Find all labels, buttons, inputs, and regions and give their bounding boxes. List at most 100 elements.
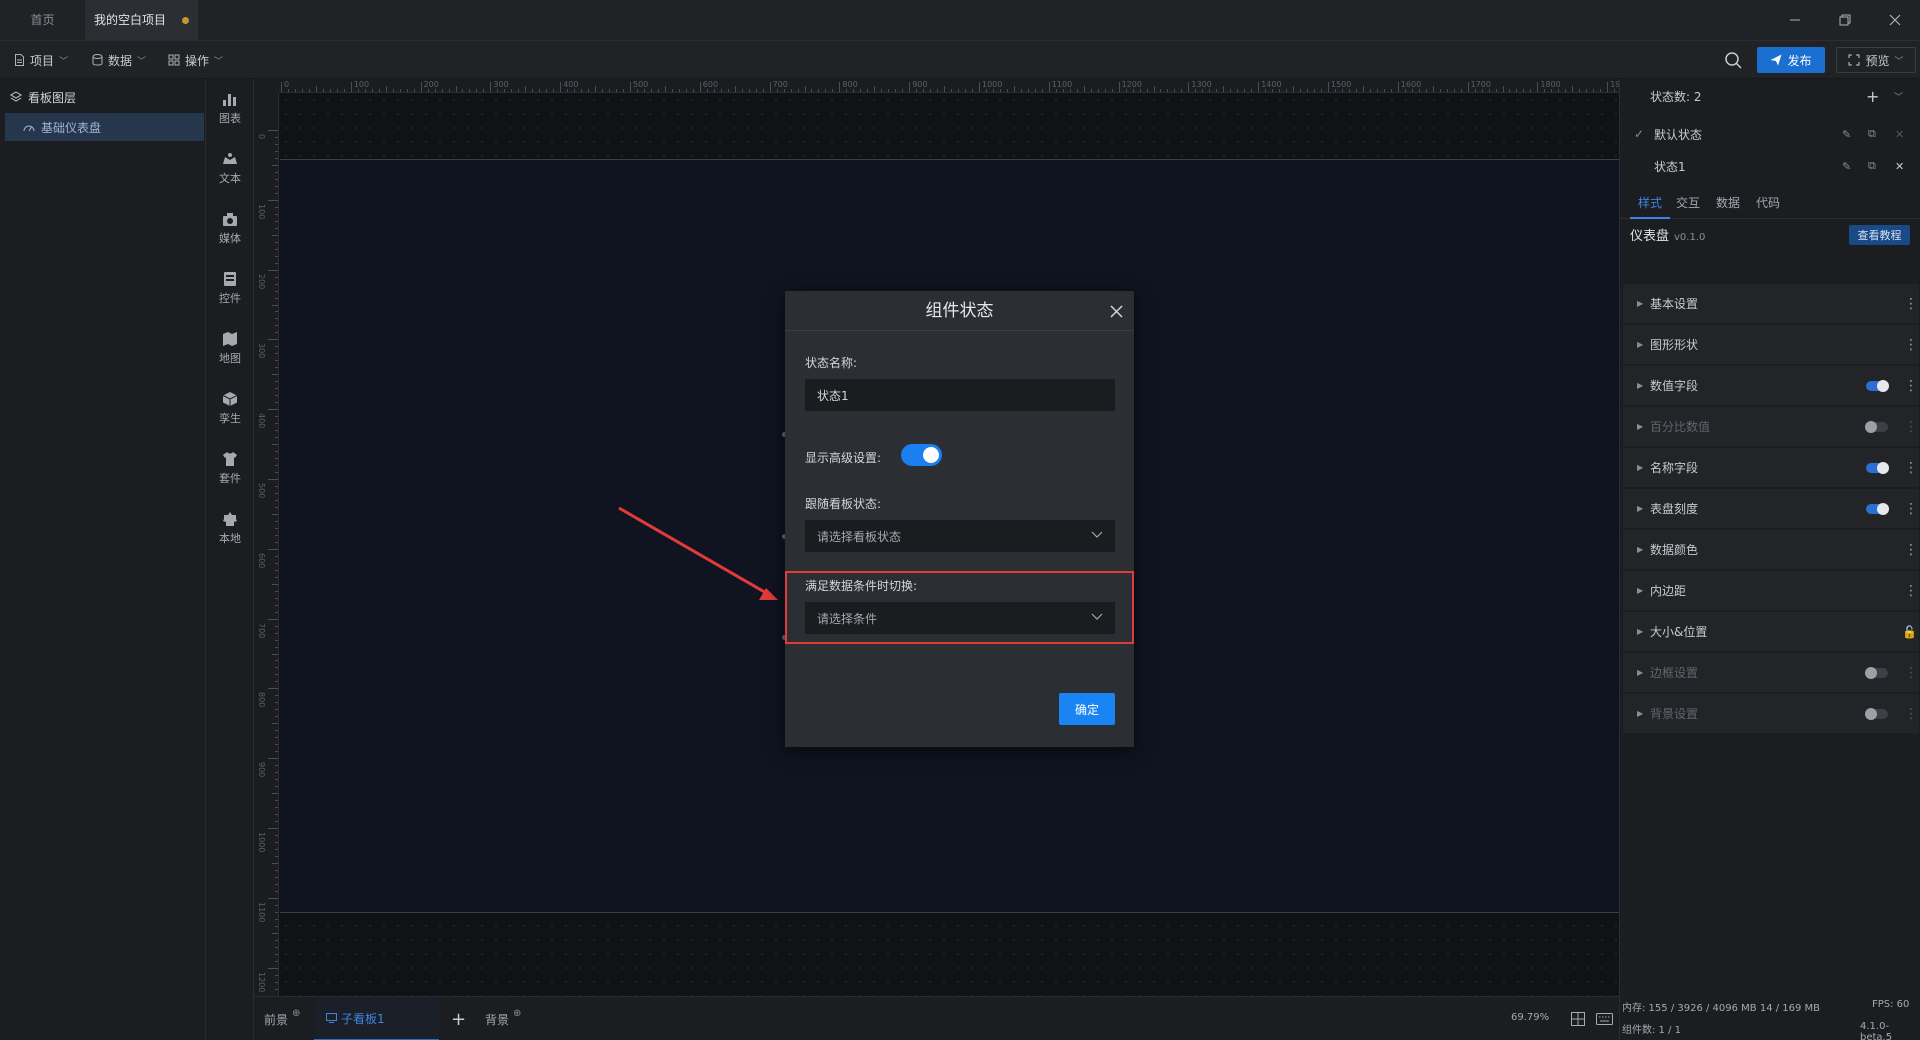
fps-counter: FPS: 60 — [1872, 999, 1910, 1010]
more-icon[interactable]: ⋮ — [1904, 501, 1918, 517]
more-icon[interactable]: ⋮ — [1904, 419, 1918, 435]
edit-icon[interactable]: ✎ — [1842, 128, 1851, 141]
tab-code[interactable]: 代码 — [1756, 187, 1780, 219]
settings-section[interactable]: ▶ 背景设置 ⋮ — [1623, 694, 1919, 734]
follow-board-state-label: 跟随看板状态: — [805, 497, 882, 511]
chevron-down-icon — [1091, 531, 1103, 538]
state-name: 状态1 — [1654, 159, 1686, 174]
more-icon[interactable]: ⋮ — [1904, 665, 1918, 681]
fit-screen-button[interactable] — [1571, 1012, 1585, 1029]
dialog-header: 组件状态 — [785, 291, 1134, 331]
more-icon[interactable]: ⋮ — [1904, 378, 1918, 394]
chevron-down-icon[interactable]: ﹀ — [1894, 90, 1903, 103]
tab-interaction[interactable]: 交互 — [1676, 187, 1700, 219]
settings-section-label: 大小&位置 — [1650, 625, 1708, 639]
settings-section-label: 边框设置 — [1650, 666, 1699, 680]
memory-status: 内存: 155 / 3926 / 4096 MB 14 / 169 MB — [1622, 1003, 1821, 1014]
section-toggle[interactable] — [1865, 667, 1888, 679]
more-icon[interactable]: ⋮ — [1904, 460, 1918, 476]
more-icon[interactable]: ⋮ — [1904, 337, 1918, 353]
settings-section[interactable]: ▶ 基本设置 ⋮ — [1623, 284, 1919, 324]
settings-section[interactable]: ▶ 边框设置 ⋮ — [1623, 653, 1919, 693]
caret-right-icon: ▶ — [1637, 422, 1644, 431]
copy-icon[interactable]: ⧉ — [1868, 159, 1876, 173]
tab-style[interactable]: 样式 — [1630, 187, 1670, 219]
section-toggle[interactable] — [1866, 503, 1889, 515]
tab-foreground[interactable]: 前景 ⊕ — [264, 997, 300, 1040]
dialog-title: 组件状态 — [925, 301, 994, 321]
bottom-bar: 前景 ⊕ 子看板1 + 背景 ⊕ — [254, 996, 1619, 1040]
more-icon[interactable]: ⋮ — [1904, 296, 1918, 312]
follow-board-state-select[interactable]: 请选择看板状态 — [805, 520, 1115, 552]
tab-background-label: 背景 — [485, 1012, 510, 1027]
settings-section-label: 内边距 — [1650, 584, 1687, 598]
fit-screen-icon — [1571, 1012, 1585, 1026]
tab-subboard-label: 子看板1 — [341, 1011, 385, 1026]
caret-right-icon: ▶ — [1637, 381, 1644, 390]
more-icon[interactable]: ⋮ — [1904, 583, 1918, 599]
component-name: 仪表盘 — [1630, 229, 1670, 244]
more-icon[interactable]: ⋮ — [1904, 706, 1918, 722]
caret-right-icon: ▶ — [1637, 340, 1644, 349]
settings-section-label: 图形形状 — [1650, 338, 1699, 352]
close-icon — [1109, 304, 1123, 318]
settings-section[interactable]: ▶ 图形形状 ⋮ — [1623, 325, 1919, 365]
tab-subboard[interactable]: 子看板1 — [314, 997, 439, 1040]
state-name-label: 状态名称: — [805, 356, 858, 370]
settings-section-label: 数据颜色 — [1650, 543, 1699, 557]
section-toggle[interactable] — [1866, 462, 1889, 474]
add-board-button[interactable]: + — [451, 997, 466, 1040]
section-toggle[interactable] — [1865, 421, 1888, 433]
settings-section[interactable]: ▶ 内边距 ⋮ — [1623, 571, 1919, 611]
delete-icon[interactable]: ✕ — [1895, 160, 1904, 173]
dialog-close-button[interactable] — [1106, 301, 1126, 321]
caret-right-icon: ▶ — [1637, 504, 1644, 513]
caret-right-icon: ▶ — [1637, 586, 1644, 595]
settings-section[interactable]: ▶ 数值字段 ⋮ — [1623, 366, 1919, 406]
state-row-default[interactable]: ✓ 默认状态 ✎ ⧉ ✕ — [1620, 118, 1920, 150]
tab-background[interactable]: 背景 ⊕ — [485, 997, 521, 1040]
settings-section[interactable]: ▶ 数据颜色 ⋮ — [1623, 530, 1919, 570]
zoom-level[interactable]: 69.79% — [1511, 1012, 1549, 1023]
caret-right-icon: ▶ — [1637, 627, 1644, 636]
caret-right-icon: ▶ — [1637, 668, 1644, 677]
settings-section-label: 背景设置 — [1650, 707, 1699, 721]
settings-section[interactable]: ▶ 百分比数值 ⋮ — [1623, 407, 1919, 447]
edit-icon[interactable]: ✎ — [1842, 160, 1851, 173]
plus-icon: + — [451, 1008, 467, 1030]
copy-icon[interactable]: ⧉ — [1868, 127, 1876, 141]
tab-foreground-label: 前景 — [264, 1012, 289, 1027]
keyboard-button[interactable] — [1596, 1013, 1613, 1028]
settings-section[interactable]: ▶ 名称字段 ⋮ — [1623, 448, 1919, 488]
settings-section-label: 表盘刻度 — [1650, 502, 1699, 516]
state-name-input[interactable]: 状态1 — [805, 379, 1115, 411]
settings-section-label: 名称字段 — [1650, 461, 1699, 475]
state-name: 默认状态 — [1654, 127, 1703, 142]
add-state-button[interactable]: + — [1866, 87, 1879, 106]
caret-right-icon: ▶ — [1637, 709, 1644, 718]
settings-section[interactable]: ▶ 大小&位置 🔓 — [1623, 612, 1919, 652]
properties-panel: 状态数: 2 + ﹀ ✓ 默认状态 ✎ ⧉ ✕ 状态1 ✎ ⧉ ✕ 样式 交互 … — [1619, 79, 1920, 1040]
settings-section-label: 基本设置 — [1650, 297, 1699, 311]
advanced-settings-toggle[interactable] — [901, 444, 942, 466]
settings-section[interactable]: ▶ 表盘刻度 ⋮ — [1623, 489, 1919, 529]
app-version: 4.1.0-beta.5 — [1860, 1021, 1893, 1040]
state-name-value: 状态1 — [817, 388, 849, 403]
lock-icon[interactable]: 🔓 — [1902, 625, 1917, 639]
caret-right-icon: ▶ — [1637, 463, 1644, 472]
state-count: 状态数: 2 — [1650, 89, 1702, 104]
follow-board-state-placeholder: 请选择看板状态 — [817, 529, 902, 544]
state-row-1[interactable]: 状态1 ✎ ⧉ ✕ — [1620, 150, 1920, 182]
confirm-button[interactable]: 确定 — [1059, 693, 1115, 725]
section-toggle[interactable] — [1866, 380, 1889, 392]
more-icon[interactable]: ⋮ — [1904, 542, 1918, 558]
settings-section-label: 数值字段 — [1650, 379, 1699, 393]
add-circle-icon[interactable]: ⊕ — [513, 1008, 521, 1019]
section-toggle[interactable] — [1865, 708, 1888, 720]
keyboard-icon — [1596, 1013, 1613, 1025]
delete-icon[interactable]: ✕ — [1895, 128, 1904, 141]
tab-data[interactable]: 数据 — [1716, 187, 1740, 219]
tutorial-button[interactable]: 查看教程 — [1849, 225, 1910, 245]
add-circle-icon[interactable]: ⊕ — [292, 1008, 300, 1019]
check-icon: ✓ — [1634, 127, 1645, 141]
